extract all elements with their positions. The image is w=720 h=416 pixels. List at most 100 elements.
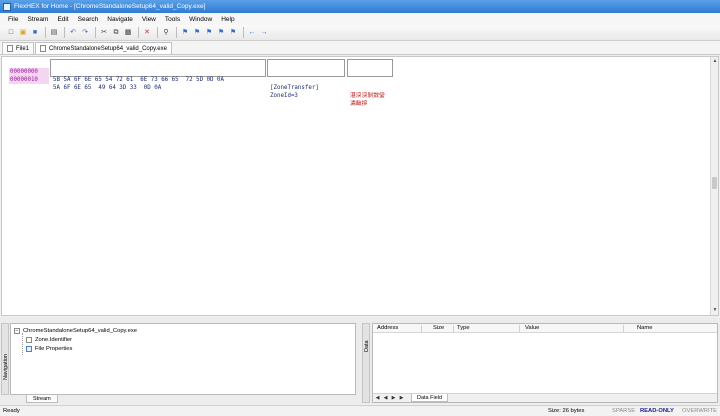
navigation-tabs: Stream [10,395,356,404]
data-side-label: Data [364,340,370,352]
row-offset: 00000010 [9,76,49,84]
menu-navigate[interactable]: Navigate [107,16,133,23]
column-type[interactable]: Type [457,325,470,331]
data-side-tab[interactable]: Data [362,323,370,403]
column-divider [519,325,520,332]
find-icon[interactable]: ⚲ [161,28,171,38]
row-hex-bytes[interactable]: 5B 5A 6F 6E 65 54 72 61 6E 73 66 65 72 5… [53,76,224,84]
cut-icon[interactable]: ✂ [99,28,109,38]
hex-column-frame [50,59,266,77]
tab-data-field[interactable]: Data Field [411,394,449,402]
navigate-forward-icon[interactable]: → [259,28,269,38]
data-panel-footer: ◀ ◀ ▶ ▶ Data Field [373,393,717,402]
vertical-scrollbar[interactable]: ▲ ▼ [710,57,718,315]
delete-icon[interactable]: ✕ [142,28,152,38]
first-record-icon[interactable]: ◀ [374,395,381,402]
menu-edit[interactable]: Edit [57,16,68,23]
hex-editor[interactable]: 00000000 5B 5A 6F 6E 65 54 72 61 6E 73 6… [1,56,719,316]
row-text[interactable]: [ZoneTransfer] [270,84,319,92]
properties-icon [26,345,32,352]
menu-view[interactable]: View [142,16,156,23]
row-cjk-text[interactable]: 潚敮摉 [350,100,367,108]
column-value[interactable]: Value [525,325,539,331]
row-text[interactable]: ZoneId=3 [270,92,298,100]
tree-item-label: Zone.Identifier [35,336,73,343]
last-record-icon[interactable]: ▶ [398,395,405,402]
tree-item-file-properties[interactable]: File Properties [26,344,72,353]
bookmark-next-icon[interactable]: ⚑ [192,28,202,38]
menu-bar: File Stream Edit Search Navigate View To… [0,13,720,25]
tab-file1[interactable]: File1 [2,42,35,54]
tree-connector [22,333,23,355]
navigate-back-icon[interactable]: ← [247,28,257,38]
menu-help[interactable]: Help [221,16,234,23]
status-sparse: SPARSE [612,408,636,414]
column-divider [453,325,454,332]
column-divider [623,325,624,332]
app-icon[interactable] [3,2,11,11]
column-name[interactable]: Name [637,325,652,331]
scroll-thumb[interactable] [712,177,717,189]
bookmark-flag-icon[interactable]: ⚑ [180,28,190,38]
status-overwrite: OVERWRITE [682,408,717,414]
bottom-panels: Navigation − ChromeStandaloneSetup64_val… [0,317,720,404]
scroll-down-icon[interactable]: ▼ [712,307,718,313]
scroll-up-icon[interactable]: ▲ [712,58,718,64]
text-column-frame [267,59,345,77]
navigation-tree-panel: − ChromeStandaloneSetup64_valid_Copy.exe… [10,323,356,395]
navigation-side-tab[interactable]: Navigation [1,323,9,395]
bookmark-prev-icon[interactable]: ⚑ [204,28,214,38]
toolbar-separator [64,27,65,38]
column-address[interactable]: Address [377,325,398,331]
status-size: Size: 26 bytes [548,408,585,414]
hex-row: 00000010 5A 6F 6E 65 49 64 3D 33 0D 0A Z… [2,68,367,107]
next-record-icon[interactable]: ▶ [390,395,397,402]
toolbar: □ ▣ ■ ▤ ↶ ↷ ✂ ⧉ ▩ ✕ ⚲ ⚑ ⚑ ⚑ ⚑ ⚑ ← → [0,25,720,41]
hex-row: 00000000 5B 5A 6F 6E 65 54 72 61 6E 73 6… [2,60,385,99]
prev-record-icon[interactable]: ◀ [382,395,389,402]
data-field-panel: Address Size Type Value Name ◀ ◀ ▶ ▶ Dat… [372,323,718,403]
data-table-header: Address Size Type Value Name [373,324,717,333]
tab-stream[interactable]: Stream [26,395,58,403]
row-cjk-text[interactable]: 湛湥湥剝敳瑩 [350,92,385,100]
toolbar-separator [243,27,244,38]
toolbar-separator [138,27,139,38]
title-bar: FlexHEX for Home - [ChromeStandaloneSetu… [0,0,720,13]
tree-item-label: File Properties [35,345,73,352]
print-icon[interactable]: ▤ [49,28,59,38]
menu-stream[interactable]: Stream [27,16,48,23]
menu-search[interactable]: Search [78,16,99,23]
copy-icon[interactable]: ⧉ [111,28,121,38]
toolbar-separator [95,27,96,38]
status-bar: Ready Size: 26 bytes SPARSE READ-ONLY OV… [0,405,720,416]
column-divider [421,325,422,332]
redo-icon[interactable]: ↷ [80,28,90,38]
menu-file[interactable]: File [8,16,18,23]
undo-icon[interactable]: ↶ [68,28,78,38]
bookmark-list-icon[interactable]: ⚑ [228,28,238,38]
tab-label: File1 [16,45,30,52]
toolbar-separator [45,27,46,38]
bookmark-clear-icon[interactable]: ⚑ [216,28,226,38]
status-ready: Ready [3,408,20,414]
file-icon [7,45,13,52]
toolbar-separator [176,27,177,38]
tree-item-zone-identifier[interactable]: Zone.Identifier [26,335,72,344]
tab-document[interactable]: ChromeStandaloneSetup64_valid_Copy.exe [35,42,172,54]
open-folder-icon[interactable]: ▣ [18,28,28,38]
cjk-column-frame [347,59,393,77]
menu-tools[interactable]: Tools [165,16,180,23]
expand-icon[interactable]: − [14,327,20,334]
paste-icon[interactable]: ▩ [123,28,133,38]
new-file-icon[interactable]: □ [6,28,16,38]
tab-label: ChromeStandaloneSetup64_valid_Copy.exe [49,45,167,52]
column-size[interactable]: Size [433,325,444,331]
tree-root[interactable]: − ChromeStandaloneSetup64_valid_Copy.exe [14,326,137,335]
save-icon[interactable]: ■ [30,28,40,38]
file-icon [40,45,47,52]
menu-window[interactable]: Window [189,16,212,23]
row-hex-bytes[interactable]: 5A 6F 6E 65 49 64 3D 33 0D 0A [53,84,161,92]
window-title: FlexHEX for Home - [ChromeStandaloneSetu… [14,3,206,10]
stream-icon [26,336,32,343]
status-readonly: READ-ONLY [640,408,674,414]
